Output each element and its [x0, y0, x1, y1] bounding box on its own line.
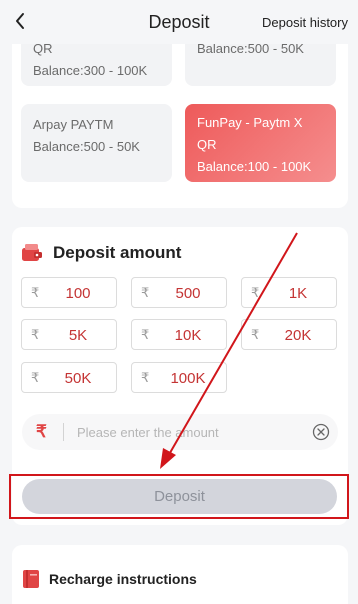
section-title: Deposit amount [53, 243, 182, 262]
rupee-icon: ₹ [31, 285, 40, 300]
amount-option[interactable]: ₹ 100 [21, 277, 117, 308]
recharge-instructions-card: Recharge instructions [12, 545, 348, 604]
channel-tile[interactable]: Arpay PAYTM Balance:500 - 50K [21, 104, 172, 182]
amount-value: 1K [288, 285, 308, 302]
header: Deposit Deposit history [0, 0, 358, 44]
amount-value: 10K [174, 327, 202, 344]
channel-name: Arpay PAYTM [33, 117, 114, 132]
deposit-button[interactable]: Deposit [22, 479, 337, 514]
rupee-icon: ₹ [251, 285, 260, 300]
channel-name: QR [197, 137, 217, 152]
amount-option[interactable]: ₹ 1K [241, 277, 337, 308]
rupee-icon: ₹ [31, 370, 40, 385]
amount-option[interactable]: ₹ 100K [131, 362, 227, 393]
amount-value: 500 [175, 285, 201, 302]
amount-option[interactable]: ₹ 50K [21, 362, 117, 393]
amount-value: 100 [65, 285, 91, 302]
clear-circle-icon[interactable] [312, 423, 330, 441]
rupee-icon: ₹ [31, 327, 40, 342]
rupee-icon: ₹ [141, 285, 150, 300]
book-icon [23, 570, 39, 588]
rupee-icon: ₹ [36, 422, 47, 441]
rupee-icon: ₹ [251, 327, 260, 342]
rupee-icon: ₹ [141, 370, 150, 385]
divider [63, 423, 64, 441]
channel-tile-selected[interactable]: FunPay - Paytm X QR Balance:100 - 100K [185, 104, 336, 182]
section-title: Recharge instructions [49, 571, 197, 587]
amount-value: 50K [64, 370, 92, 387]
deposit-history-link[interactable]: Deposit history [262, 15, 348, 30]
amount-option[interactable]: ₹ 500 [131, 277, 227, 308]
channel-balance: Balance:100 - 100K [197, 159, 312, 174]
amount-option[interactable]: ₹ 20K [241, 319, 337, 350]
amount-input[interactable] [77, 420, 297, 444]
amount-option[interactable]: ₹ 5K [21, 319, 117, 350]
amount-value: 20K [284, 327, 312, 344]
section-header: Recharge instructions [22, 569, 197, 589]
amount-option[interactable]: ₹ 10K [131, 319, 227, 350]
channel-balance: Balance:500 - 50K [33, 139, 140, 154]
amount-value: 5K [68, 327, 88, 344]
amount-input-row: ₹ [22, 414, 338, 450]
wallet-icon [22, 244, 42, 261]
channel-name: FunPay - Paytm X [197, 115, 303, 130]
rupee-icon: ₹ [141, 327, 150, 342]
payment-channel-card: QR Balance:300 - 100K Balance:500 - 50K … [12, 26, 348, 208]
channel-balance: Balance:300 - 100K [33, 63, 148, 78]
amount-value: 100K [170, 370, 206, 387]
section-header: Deposit amount [21, 243, 181, 263]
